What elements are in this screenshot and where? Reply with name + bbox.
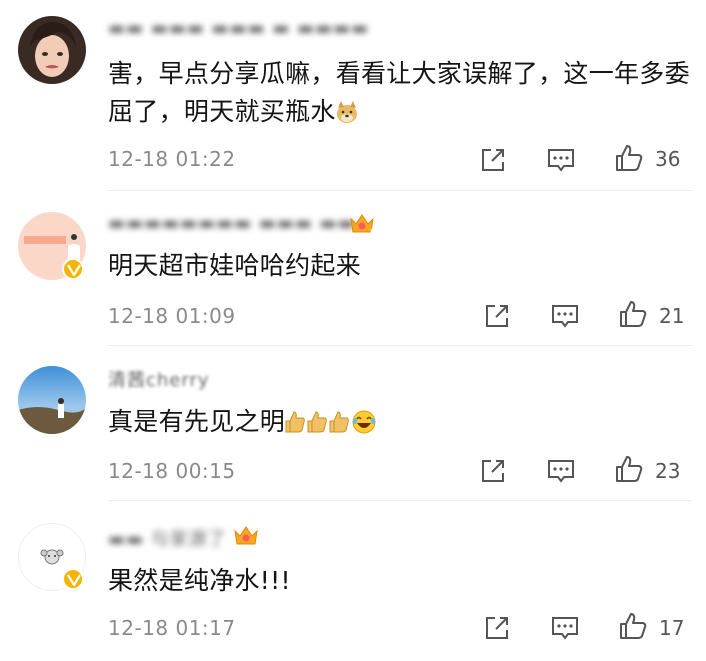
comment-time: 12-18 01:17 [108, 616, 236, 640]
comment-item: ▬▬ ▬▬▬ ▬▬▬ ▬ ▬▬▬▬ 害，早点分享瓜嘛，看看让大家误解了，这一年多… [0, 0, 706, 190]
username[interactable]: ▬▬ ▬▬▬ ▬▬▬ ▬ ▬▬▬▬ [108, 18, 369, 42]
thumbs-up-icon[interactable] [614, 143, 644, 173]
comment-icon[interactable] [550, 301, 580, 331]
comment-text-body: 害，早点分享瓜嘛，看看让大家误解了，这一年多委屈了，明天就买瓶水 [108, 59, 690, 126]
verified-badge-icon [62, 258, 84, 280]
thumbs-up-emoji-icon [307, 408, 329, 434]
laughing-emoji-icon [351, 408, 377, 434]
comment-item: 清茜cherry 真是有先见之明 12-18 00:15 23 [0, 346, 706, 498]
share-icon[interactable] [478, 145, 508, 175]
crown-badge-icon [232, 524, 260, 548]
doge-emoji-icon [336, 98, 358, 124]
comment-text: 果然是纯净水!!! [108, 566, 291, 595]
comment-time: 12-18 01:09 [108, 304, 236, 328]
thumbs-up-icon[interactable] [618, 299, 648, 329]
comment-time: 12-18 00:15 [108, 459, 236, 483]
username[interactable]: ▬▬ 与家源了 [108, 525, 227, 550]
username[interactable]: ▬▬▬▬▬▬▬▬ ▬▬▬ ▬▬ [108, 213, 356, 237]
share-icon[interactable] [482, 613, 512, 643]
avatar[interactable] [18, 366, 86, 434]
comment-text-body: 真是有先见之明 [108, 407, 286, 436]
comment-icon[interactable] [546, 456, 576, 486]
comment-icon[interactable] [550, 613, 580, 643]
share-icon[interactable] [478, 456, 508, 486]
like-count: 23 [655, 459, 681, 483]
thumbs-up-emoji-icon [285, 408, 307, 434]
comment-text: 害，早点分享瓜嘛，看看让大家误解了，这一年多委屈了，明天就买瓶水 [108, 55, 693, 131]
avatar[interactable] [18, 16, 86, 84]
like-count: 17 [659, 616, 685, 640]
comment-text: 明天超市娃哈哈约起来 [108, 251, 362, 280]
like-count: 21 [659, 304, 685, 328]
thumbs-up-icon[interactable] [618, 611, 648, 641]
comment-text: 真是有先见之明 [108, 403, 693, 441]
username[interactable]: 清茜cherry [108, 366, 210, 391]
thumbs-up-emoji-icon [329, 408, 351, 434]
crown-badge-icon: 6 [348, 212, 376, 236]
comment-icon[interactable] [546, 145, 576, 175]
crown-level: 6 [370, 227, 375, 236]
share-icon[interactable] [482, 301, 512, 331]
comment-item: ▬▬▬▬▬▬▬▬ ▬▬▬ ▬▬ 6 明天超市娃哈哈约起来 12-18 01:09… [0, 191, 706, 345]
verified-badge-icon [62, 568, 84, 590]
thumbs-up-icon[interactable] [614, 454, 644, 484]
comment-item: ▬▬ 与家源了 果然是纯净水!!! 12-18 01:17 17 [0, 501, 706, 661]
comment-time: 12-18 01:22 [108, 147, 236, 171]
like-count: 36 [655, 147, 681, 171]
